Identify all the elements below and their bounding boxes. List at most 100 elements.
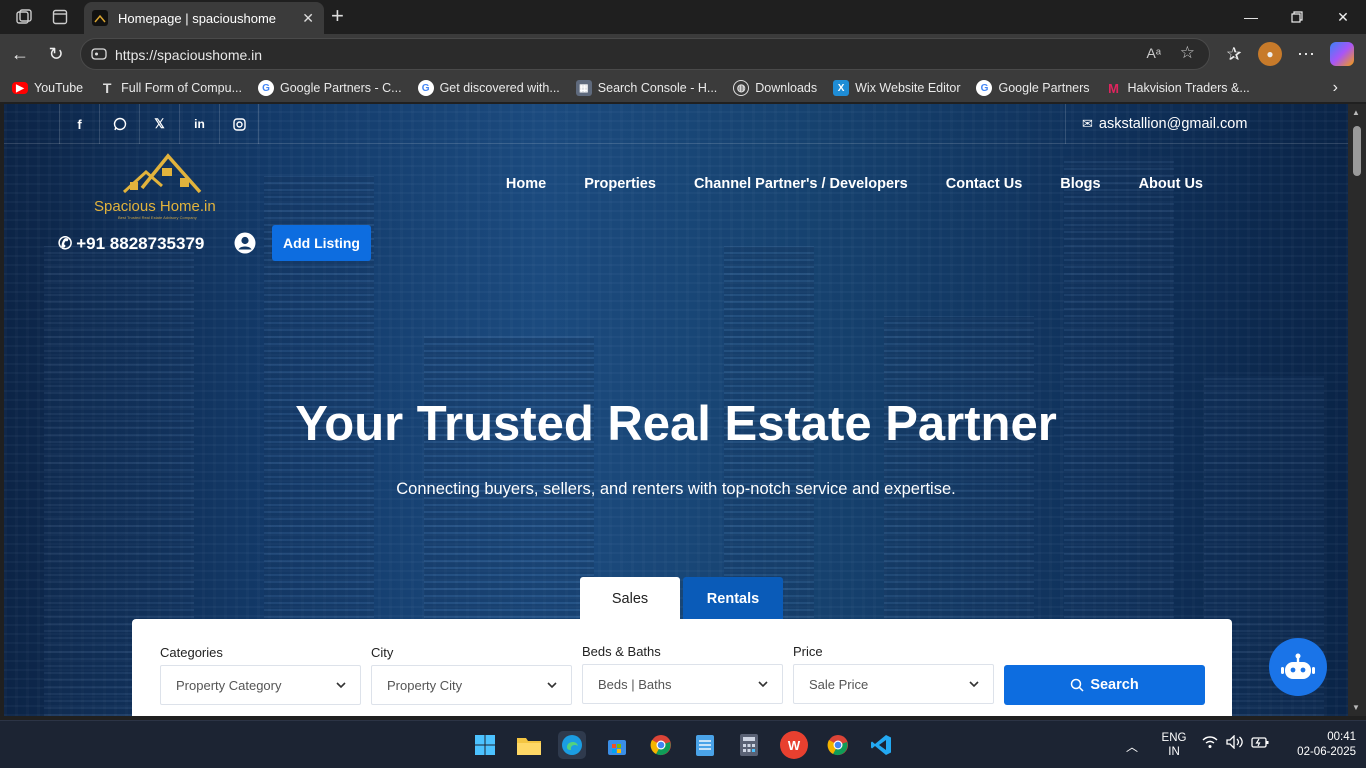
hakvision-icon: M — [1108, 80, 1119, 96]
minimize-icon[interactable]: — — [1228, 0, 1274, 34]
category-select[interactable]: Property Category — [160, 665, 361, 705]
whatsapp-icon[interactable] — [99, 104, 139, 144]
email-contact[interactable]: ✉ askstallion@gmail.com — [1065, 104, 1348, 144]
bookmark-google-partners-c[interactable]: G Google Partners - C... — [258, 80, 402, 96]
address-bar[interactable]: https://spacioushome.in Aᵃ ☆ — [80, 38, 1210, 70]
x-twitter-icon[interactable]: 𝕏 — [139, 104, 179, 144]
calculator-icon[interactable] — [735, 731, 763, 759]
clock[interactable]: 00:41 02-06-2025 — [1280, 730, 1356, 760]
email-text: askstallion@gmail.com — [1098, 116, 1248, 132]
price-select-value: Sale Price — [809, 677, 869, 692]
chrome-icon[interactable] — [824, 731, 852, 759]
copilot-icon[interactable] — [1330, 42, 1354, 66]
wps-office-icon[interactable]: W — [780, 731, 808, 759]
volume-icon[interactable] — [1226, 734, 1244, 752]
envelope-icon: ✉ — [1082, 116, 1093, 131]
windows-start-icon[interactable] — [471, 731, 499, 759]
scroll-up-icon[interactable]: ▲ — [1352, 108, 1360, 117]
restore-icon[interactable] — [1274, 0, 1320, 34]
house-logo-icon — [122, 153, 202, 194]
price-label: Price — [793, 644, 823, 659]
nav-blogs[interactable]: Blogs — [1060, 176, 1100, 192]
nav-channel-partners[interactable]: Channel Partner's / Developers — [694, 176, 908, 192]
nav-about-us[interactable]: About Us — [1139, 176, 1203, 192]
tab-actions-icon[interactable] — [49, 6, 71, 28]
more-options-icon[interactable]: ⋯ — [1294, 42, 1318, 66]
bookmark-downloads[interactable]: ◍ Downloads — [733, 80, 817, 96]
site-info-icon[interactable] — [91, 47, 107, 61]
wifi-icon[interactable] — [1202, 735, 1218, 752]
bookmarks-bar: ▶ YouTube T Full Form of Compu... G Goog… — [0, 74, 1366, 102]
city-select[interactable]: Property City — [371, 665, 572, 705]
bookmark-google-partners[interactable]: G Google Partners — [976, 80, 1090, 96]
chrome-profile-icon[interactable] — [647, 731, 675, 759]
nav-contact-us[interactable]: Contact Us — [946, 176, 1023, 192]
battery-icon[interactable] — [1251, 735, 1269, 752]
edge-browser-icon[interactable] — [558, 731, 586, 759]
google-icon: G — [976, 80, 993, 96]
refresh-icon[interactable]: ↻ — [44, 42, 68, 66]
chevron-down-icon — [758, 681, 768, 688]
nav-properties[interactable]: Properties — [584, 176, 656, 192]
clock-date: 02-06-2025 — [1297, 746, 1356, 758]
clock-time: 00:41 — [1327, 731, 1356, 743]
read-aloud-icon[interactable]: Aᵃ — [1146, 45, 1161, 61]
file-explorer-icon[interactable] — [515, 731, 543, 759]
phone-contact[interactable]: ✆ +91 8828735379 — [58, 234, 204, 254]
notepad-icon[interactable] — [691, 731, 719, 759]
tab-rentals[interactable]: Rentals — [683, 577, 783, 620]
instagram-icon[interactable] — [219, 104, 259, 144]
nav-home[interactable]: Home — [506, 176, 546, 192]
scrollbar-thumb[interactable] — [1353, 126, 1361, 176]
bookmarks-overflow-icon[interactable]: › — [1333, 79, 1338, 97]
top-info-bar: f 𝕏 in ✉ askstallion@gmail.com — [4, 104, 1348, 144]
close-window-icon[interactable]: ✕ — [1320, 0, 1366, 34]
tab-close-icon[interactable]: ✕ — [302, 10, 314, 27]
profile-avatar[interactable]: ● — [1258, 42, 1282, 66]
beds-baths-select[interactable]: Beds | Baths — [582, 664, 783, 704]
chevron-down-icon — [336, 682, 346, 689]
facebook-icon[interactable]: f — [59, 104, 99, 144]
workspaces-icon[interactable] — [13, 6, 35, 28]
price-select[interactable]: Sale Price — [793, 664, 994, 704]
category-select-value: Property Category — [176, 678, 282, 693]
user-account-icon[interactable] — [234, 232, 256, 254]
bookmark-label: Google Partners — [998, 81, 1090, 95]
search-button[interactable]: Search — [1004, 665, 1205, 705]
chevron-down-icon — [969, 681, 979, 688]
bookmark-label: Search Console - H... — [597, 81, 718, 95]
bookmark-full-form[interactable]: T Full Form of Compu... — [99, 80, 242, 96]
vscode-icon[interactable] — [867, 731, 895, 759]
windows-taskbar: W ︿ ENG IN 00:41 02-06-2025 — [0, 720, 1366, 768]
bookmark-label: Wix Website Editor — [855, 81, 961, 95]
add-listing-button[interactable]: Add Listing — [272, 225, 371, 261]
linkedin-icon[interactable]: in — [179, 104, 219, 144]
show-hidden-icons[interactable]: ︿ — [1126, 738, 1138, 755]
search-console-icon: ▦ — [575, 80, 592, 96]
tab-sales[interactable]: Sales — [580, 577, 680, 620]
bookmark-search-console[interactable]: ▦ Search Console - H... — [575, 80, 718, 96]
page-scrollbar[interactable]: ▲ ▼ — [1348, 104, 1366, 716]
language-indicator[interactable]: ENG IN — [1160, 731, 1188, 759]
bookmark-youtube[interactable]: ▶ YouTube — [12, 81, 83, 95]
favorite-star-icon[interactable]: ☆ — [1180, 43, 1195, 63]
property-search-form: Categories Property Category City Proper… — [132, 619, 1232, 716]
bookmark-get-discovered[interactable]: G Get discovered with... — [417, 80, 560, 96]
browser-tab-active[interactable]: Homepage | spacioushome ✕ — [84, 2, 324, 34]
favorites-icon[interactable]: ✰ — [1222, 42, 1246, 66]
chatbot-button[interactable] — [1269, 638, 1327, 696]
categories-label: Categories — [160, 645, 223, 660]
back-icon[interactable]: ← — [8, 42, 32, 66]
site-logo[interactable]: Spacious Home.in Best Trusted Real Estat… — [92, 152, 232, 220]
microsoft-store-icon[interactable] — [603, 731, 631, 759]
logo-text: Spacious Home.in — [94, 198, 216, 215]
bookmark-hakvision[interactable]: M Hakvision Traders &... — [1106, 80, 1250, 96]
scroll-down-icon[interactable]: ▼ — [1352, 703, 1360, 712]
bookmark-wix[interactable]: X Wix Website Editor — [833, 80, 960, 96]
bookmark-label: YouTube — [34, 81, 84, 95]
new-tab-icon[interactable]: + — [331, 4, 344, 28]
hero-title: Your Trusted Real Estate Partner — [295, 397, 1057, 451]
beds-baths-label: Beds & Baths — [582, 644, 661, 659]
hero-subtitle: Connecting buyers, sellers, and renters … — [396, 480, 956, 498]
browser-toolbar: ← ↻ https://spacioushome.in Aᵃ ☆ ✰ ● ⋯ — [0, 34, 1366, 74]
